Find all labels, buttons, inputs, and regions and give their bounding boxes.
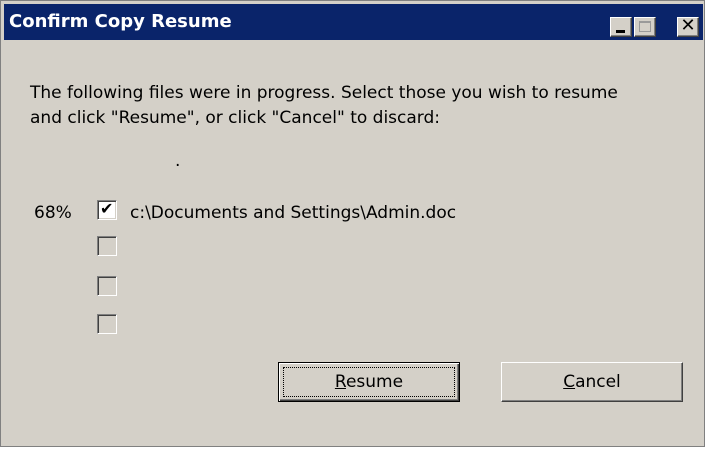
file-row [1,236,706,262]
resume-mnemonic: R [334,372,346,392]
instruction-line-1: The following files were in progress. Se… [30,83,618,103]
file-resume-checkbox[interactable] [97,314,117,334]
resume-button[interactable]: Resume [278,362,460,402]
window-title: Confirm Copy Resume [9,11,232,32]
file-resume-checkbox[interactable]: ✔ [97,199,117,220]
maximize-button[interactable] [634,17,656,37]
file-path: c:\Documents and Settings\Admin.doc [130,203,457,223]
confirm-copy-resume-dialog: Confirm Copy Resume ✕ The following file… [0,0,705,447]
close-icon: ✕ [680,15,696,36]
resume-button-label: Resume [335,372,403,392]
cancel-button-label: Cancel [563,372,621,392]
cancel-label-rest: ancel [575,372,621,392]
file-row: 68% ✔ c:\Documents and Settings\Admin.do… [1,199,706,226]
resume-label-rest: esume [345,372,404,392]
cancel-mnemonic: C [563,372,576,392]
minimize-icon [616,30,625,33]
title-bar[interactable]: Confirm Copy Resume ✕ [4,4,703,40]
minimize-button[interactable] [610,17,632,37]
checkmark-icon: ✔ [100,199,114,218]
cancel-button[interactable]: Cancel [501,362,683,402]
file-resume-checkbox[interactable] [97,276,117,296]
close-button[interactable]: ✕ [677,17,699,37]
instruction-text: The following files were in progress. Se… [30,81,690,131]
status-dot: . [175,151,181,171]
instruction-line-2: and click "Resume", or click "Cancel" to… [30,108,441,128]
maximize-icon [639,21,651,32]
file-row [1,276,706,302]
file-progress-percent: 68% [34,203,72,223]
file-resume-checkbox[interactable] [97,236,117,256]
file-row [1,314,706,340]
